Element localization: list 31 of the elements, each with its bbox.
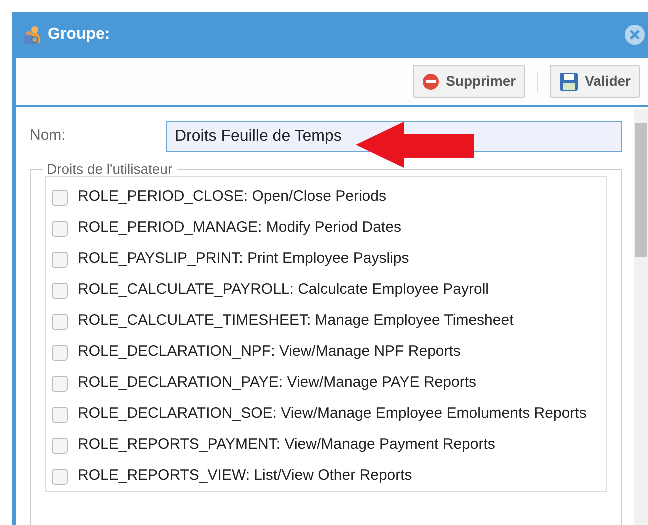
right-label: ROLE_CALCULATE_PAYROLL: Calculcate Employee Payroll	[78, 280, 490, 300]
right-label: ROLE_DECLARATION_SOE: View/Manage Employee Emoluments Reports	[78, 404, 587, 424]
checkbox[interactable]	[52, 438, 68, 454]
right-label: ROLE_REPORTS_VIEW: List/View Other Reports	[78, 466, 412, 486]
scrollbar-thumb[interactable]	[635, 123, 647, 257]
close-icon[interactable]	[624, 24, 646, 46]
right-label: ROLE_REPORTS_PAYMENT: View/Manage Payment Reports	[78, 435, 496, 455]
right-label: ROLE_CALCULATE_TIMESHEET: Manage Employee Timesheet	[78, 311, 514, 331]
delete-button[interactable]: Supprimer	[413, 65, 526, 98]
checkbox[interactable]	[52, 221, 68, 237]
fieldset-legend: Droits de l'utilisateur	[43, 162, 177, 176]
save-button[interactable]: Valider	[550, 65, 640, 98]
save-icon	[559, 72, 580, 92]
users-icon	[22, 25, 42, 45]
name-label: Nom:	[30, 126, 67, 146]
checkbox[interactable]	[52, 252, 68, 268]
checkbox[interactable]	[52, 345, 68, 361]
checkbox[interactable]	[52, 407, 68, 423]
delete-icon	[422, 72, 440, 90]
right-label: ROLE_DECLARATION_PAYE: View/Manage PAYE Reports	[78, 373, 476, 393]
scrollbar[interactable]	[634, 109, 648, 525]
checkbox[interactable]	[52, 469, 68, 485]
checkbox[interactable]	[52, 376, 68, 392]
checkbox[interactable]	[52, 283, 68, 299]
window-title: Groupe:	[48, 25, 110, 45]
right-label: ROLE_PAYSLIP_PRINT: Print Employee Payslips	[78, 249, 410, 269]
right-label: ROLE_PERIOD_CLOSE: Open/Close Periods	[78, 187, 386, 207]
right-label: ROLE_DECLARATION_NPF: View/Manage NPF Reports	[78, 342, 461, 362]
checkbox[interactable]	[52, 314, 68, 330]
checkbox[interactable]	[52, 190, 68, 206]
right-label: ROLE_PERIOD_MANAGE: Modify Period Dates	[78, 218, 402, 238]
